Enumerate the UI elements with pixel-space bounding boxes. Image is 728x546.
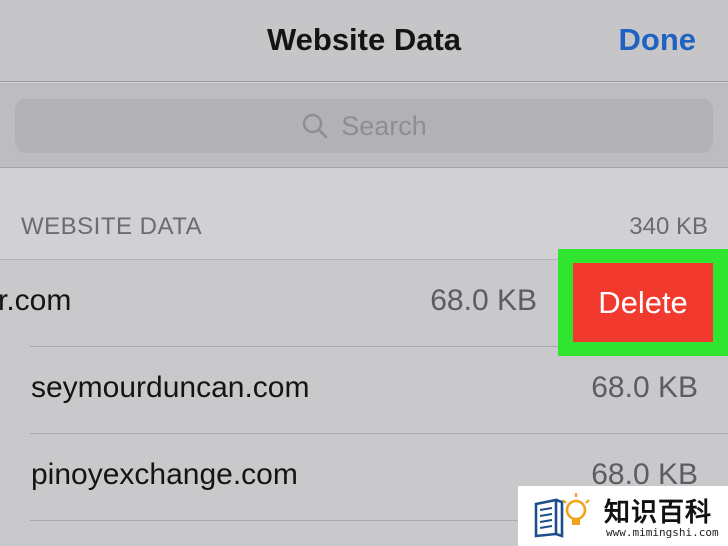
search-input[interactable]: Search (15, 99, 713, 153)
search-area: Search (0, 83, 728, 168)
watermark-url: www.mimingshi.com (606, 526, 719, 539)
search-icon (303, 113, 328, 139)
watermark-title: 知识百科 (604, 498, 713, 528)
website-label: r.com (0, 284, 72, 317)
list-item[interactable]: seymourduncan.com 68.0 KB (0, 347, 728, 434)
search-placeholder: Search (341, 110, 427, 141)
watermark: 知识百科 www.mimingshi.com (518, 486, 728, 546)
website-size: 68.0 KB (430, 284, 537, 317)
done-button[interactable]: Done (619, 22, 697, 58)
section-title: WEBSITE DATA (21, 213, 203, 240)
section-header: WEBSITE DATA 340 KB (0, 169, 728, 259)
section-total-size: 340 KB (629, 213, 708, 240)
navigation-bar: Website Data Done (0, 0, 728, 82)
website-size: 68.0 KB (591, 371, 698, 404)
book-lightbulb-logo (534, 493, 590, 538)
delete-button[interactable]: Delete (573, 263, 713, 342)
website-label: seymourduncan.com (31, 371, 310, 404)
website-label: pinoyexchange.com (31, 458, 298, 491)
